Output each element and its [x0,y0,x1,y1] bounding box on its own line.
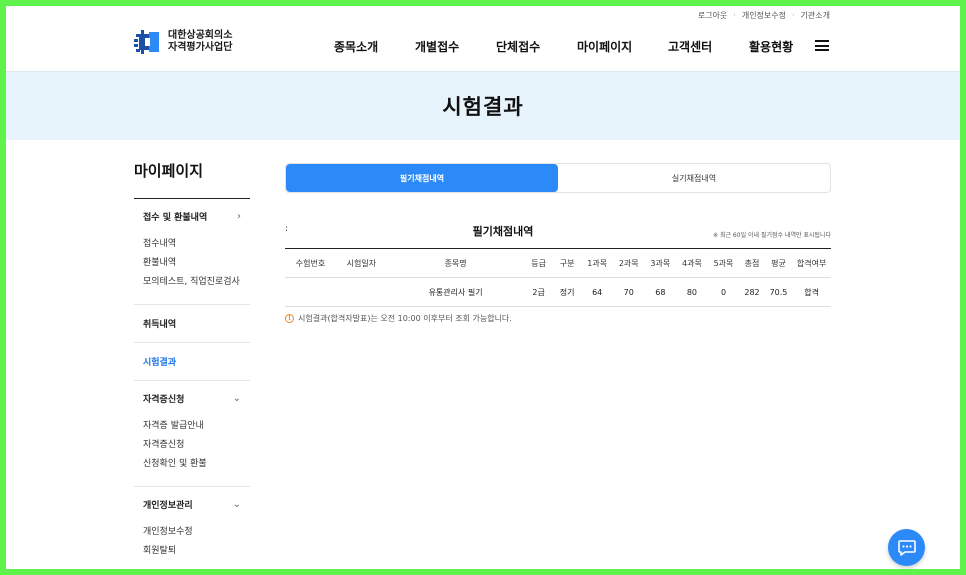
nav-item-group-apply[interactable]: 단체접수 [496,38,577,55]
sidebar-subitem-certificate-apply[interactable]: 자격증신청 [143,436,241,455]
chevron-right-icon: › [237,211,241,222]
cell-grade: 2급 [524,277,553,307]
cell-type: 정기 [552,277,582,307]
sidebar-group-acquired: 취득내역 [134,305,250,343]
table-row: 유통관리사 필기 2급 정기 64 70 68 80 0 282 70.5 합격 [285,277,831,307]
table-header-row: 수험번호 시험일자 종목명 등급 구분 1과목 2과목 3과목 4과목 5과목 … [285,248,831,278]
info-icon: ! [285,314,294,323]
sidebar-group-application: 접수 및 환불내역 › 접수내역 환불내역 모의테스트, 직업진로검사 [134,199,250,305]
sidebar-item-results[interactable]: 시험결과 [134,355,250,368]
sidebar-item-privacy[interactable]: 개인정보관리 ⌄ [134,498,250,511]
main-nav: 종목소개 개별접수 단체접수 마이페이지 고객센터 활용현황 [334,38,819,55]
col-type: 구분 [552,248,582,278]
sidebar-subitem-refund-history[interactable]: 환불내역 [143,254,241,273]
info-text: 시험결과(합격자발표)는 오전 10:00 이후부터 조회 가능합니다. [298,314,512,323]
col-total: 총점 [739,248,765,278]
sidebar-subitem-issue-guide[interactable]: 자격증 발급안내 [143,417,241,436]
col-course-name: 종목명 [386,248,525,278]
nav-item-customer-center[interactable]: 고객센터 [668,38,749,55]
menu-icon[interactable] [815,40,829,51]
logo-mark-icon [134,30,162,54]
chevron-down-icon: ⌄ [232,393,241,404]
tab-written[interactable]: 필기채점내역 [286,164,558,192]
nav-item-individual-apply[interactable]: 개별접수 [415,38,496,55]
edit-profile-link[interactable]: 개인정보수정 [742,10,786,21]
result-tabs: 필기채점내역 실기채점내역 [285,163,831,193]
nav-item-course-intro[interactable]: 종목소개 [334,38,415,55]
cell-total: 282 [739,277,765,307]
col-subject2: 2과목 [612,248,645,278]
sidebar-subitem-apply-confirm[interactable]: 신청확인 및 환불 [143,455,241,474]
col-subject5: 5과목 [707,248,740,278]
sidebar-item-label: 접수 및 환불내역 [143,213,208,223]
cell-average: 70.5 [764,277,793,307]
logo-line2: 자격평가사업단 [168,42,233,53]
col-exam-number: 수험번호 [285,248,336,278]
sidebar-item-application[interactable]: 접수 및 환불내역 › [134,210,250,223]
sidebar-group-privacy: 개인정보관리 ⌄ 개인정보수정 회원탈퇴 [134,487,250,561]
sidebar-group-certificate: 자격증신청 ⌄ 자격증 발급안내 자격증신청 신청확인 및 환불 [134,381,250,487]
separator: · [733,11,736,20]
sidebar-subitem-application-history[interactable]: 접수내역 [143,235,241,254]
page-banner: 시험결과 [6,71,960,140]
cell-subject3: 68 [644,277,677,307]
cell-subject4: 80 [676,277,708,307]
sidebar-item-label: 개인정보관리 [143,501,193,511]
cell-exam-date [335,277,387,307]
sidebar: 마이페이지 접수 및 환불내역 › 접수내역 환불내역 모의테스트, 직업진로검… [134,160,250,561]
table-title: 필기채점내역 [472,225,534,238]
col-subject4: 4과목 [676,248,708,278]
page-title: 시험결과 [442,95,524,119]
col-average: 평균 [764,248,793,278]
about-link[interactable]: 기관소개 [801,10,830,21]
col-exam-date: 시험일자 [335,248,387,278]
chat-icon [897,539,916,556]
sidebar-item-acquired[interactable]: 취득내역 [134,317,250,330]
sidebar-item-label: 시험결과 [143,358,177,368]
logout-link[interactable]: 로그아웃 [698,10,727,21]
cell-subject5: 0 [707,277,740,307]
sidebar-subitem-mock-test[interactable]: 모의테스트, 직업진로검사 [143,273,241,292]
cell-subject2: 70 [612,277,645,307]
logo-text: 대한상공회의소 자격평가사업단 [168,30,232,54]
separator: · [792,11,795,20]
col-subject3: 3과목 [644,248,677,278]
sidebar-item-certificate[interactable]: 자격증신청 ⌄ [134,392,250,405]
cell-pass: 합격 [792,277,831,307]
col-subject1: 1과목 [581,248,613,278]
col-grade: 등급 [524,248,553,278]
sidebar-subitem-withdraw[interactable]: 회원탈퇴 [143,542,241,561]
sidebar-group-results: 시험결과 [134,343,250,381]
logo[interactable]: 대한상공회의소 자격평가사업단 [134,30,232,54]
nav-item-mypage[interactable]: 마이페이지 [577,38,668,55]
col-pass: 합격여부 [792,248,831,278]
chat-button[interactable] [888,529,925,566]
results-table: 수험번호 시험일자 종목명 등급 구분 1과목 2과목 3과목 4과목 5과목 … [285,248,831,307]
sidebar-subitem-edit-profile[interactable]: 개인정보수정 [143,523,241,542]
sidebar-item-label: 취득내역 [143,320,177,330]
table-note: ※ 최근 60일 이내 필기점수 내역만 표시됩니다 [713,232,831,239]
sidebar-title: 마이페이지 [134,160,250,199]
cell-subject1: 64 [581,277,613,307]
logo-line1: 대한상공회의소 [168,30,233,41]
cell-course-name: 유통관리사 필기 [386,277,525,307]
nav-item-usage-status[interactable]: 활용현황 [749,38,819,55]
cell-exam-number [285,277,336,307]
sidebar-item-label: 자격증신청 [143,395,185,405]
chevron-down-icon: ⌄ [232,499,241,510]
utility-links: 로그아웃 · 개인정보수정 · 기관소개 [698,10,830,21]
info-notice: ! 시험결과(합격자발표)는 오전 10:00 이후부터 조회 가능합니다. [285,313,512,324]
tab-practical[interactable]: 실기채점내역 [558,164,830,192]
